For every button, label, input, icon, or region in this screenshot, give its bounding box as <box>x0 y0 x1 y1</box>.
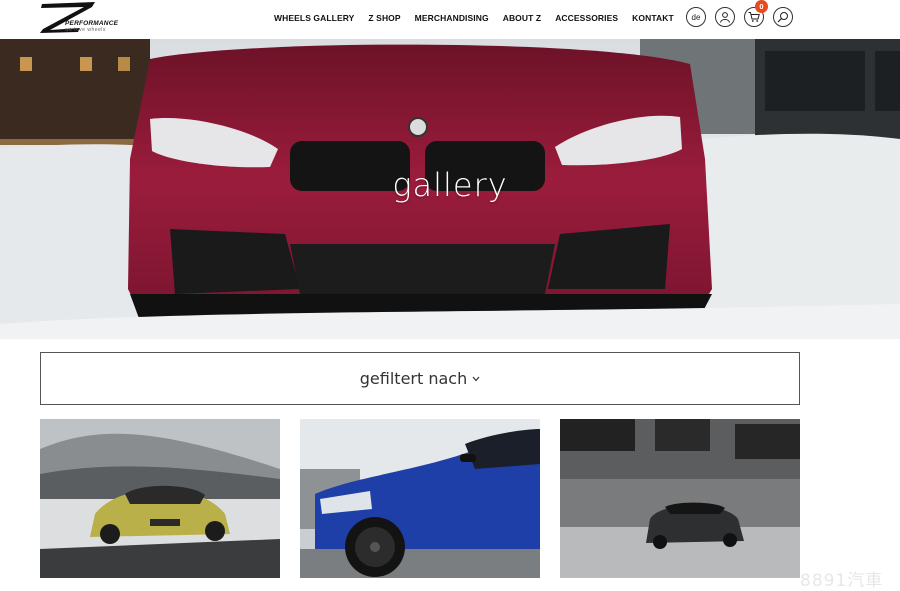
main-nav: WHEELS GALLERY Z SHOP MERCHANDISING ABOU… <box>274 13 674 23</box>
nav-merchandising[interactable]: MERCHANDISING <box>415 13 489 23</box>
nav-wheels-gallery[interactable]: WHEELS GALLERY <box>274 13 354 23</box>
logo-brand-text: PERFORMANCE <box>65 20 119 27</box>
hero-banner: gallery <box>0 39 900 339</box>
blue-car-image <box>300 419 540 578</box>
chevron-down-icon <box>472 376 480 381</box>
search-icon <box>777 12 788 23</box>
site-header: PERFORMANCE we love wheels WHEELS GALLER… <box>0 0 900 39</box>
gallery-tile-dark-car[interactable] <box>560 419 800 578</box>
filter-dropdown[interactable]: gefiltert nach <box>40 352 800 405</box>
user-icon <box>720 12 730 23</box>
dark-car-image <box>560 419 800 578</box>
gallery-tile-blue-car[interactable] <box>300 419 540 578</box>
logo-tagline: we love wheels <box>65 27 106 33</box>
language-label: de <box>691 12 701 22</box>
account-button[interactable] <box>715 7 735 27</box>
gallery-tile-yellow-car[interactable] <box>40 419 280 578</box>
filter-label: gefiltert nach <box>359 369 468 388</box>
nav-kontakt[interactable]: KONTAKT <box>632 13 674 23</box>
nav-about-z[interactable]: ABOUT Z <box>503 13 541 23</box>
site-logo[interactable]: PERFORMANCE we love wheels <box>40 2 120 34</box>
nav-accessories[interactable]: ACCESSORIES <box>555 13 618 23</box>
nav-z-shop[interactable]: Z SHOP <box>368 13 400 23</box>
yellow-car-image <box>40 419 280 578</box>
hero-title: gallery <box>392 166 508 204</box>
cart-count-badge: 0 <box>755 0 768 13</box>
search-button[interactable] <box>773 7 793 27</box>
cart-icon <box>748 12 760 22</box>
language-switch[interactable]: de <box>686 7 706 27</box>
watermark-text: 8891汽車 <box>800 571 884 591</box>
